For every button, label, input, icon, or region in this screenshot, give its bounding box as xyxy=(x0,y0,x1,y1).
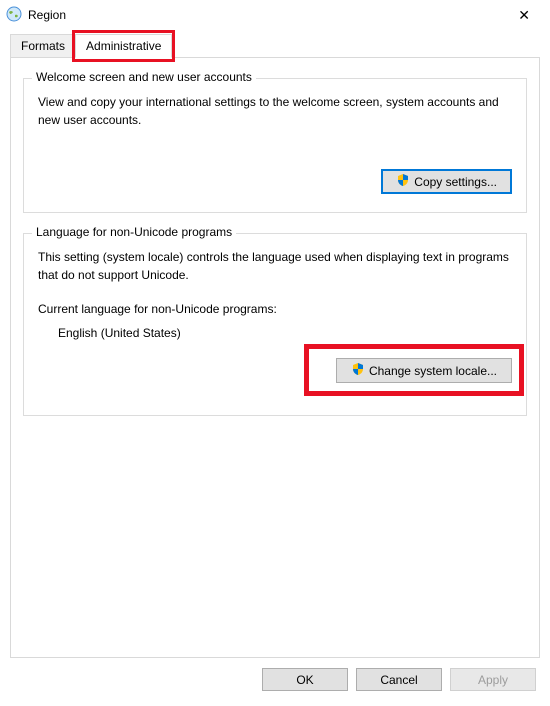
tab-administrative[interactable]: Administrative xyxy=(75,34,172,58)
region-icon xyxy=(6,6,22,25)
group-non-unicode-legend: Language for non-Unicode programs xyxy=(32,225,236,239)
tab-panel: Welcome screen and new user accounts Vie… xyxy=(10,57,540,658)
titlebar: Region ✕ xyxy=(0,0,550,30)
shield-icon xyxy=(351,362,365,379)
window-title: Region xyxy=(28,8,506,22)
content-area: Formats Administrative Welcome screen an… xyxy=(0,30,550,658)
current-language-value: English (United States) xyxy=(58,326,512,340)
tab-strip: Formats Administrative xyxy=(10,34,540,58)
group-non-unicode: Language for non-Unicode programs This s… xyxy=(23,233,527,416)
group-welcome-screen: Welcome screen and new user accounts Vie… xyxy=(23,78,527,213)
copy-settings-label: Copy settings... xyxy=(414,175,497,189)
close-button[interactable]: ✕ xyxy=(506,3,542,28)
non-unicode-description: This setting (system locale) controls th… xyxy=(38,248,512,284)
apply-button: Apply xyxy=(450,668,536,691)
ok-button[interactable]: OK xyxy=(262,668,348,691)
change-system-locale-button[interactable]: Change system locale... xyxy=(336,358,512,383)
change-system-locale-label: Change system locale... xyxy=(369,364,497,378)
welcome-description: View and copy your international setting… xyxy=(38,93,512,129)
tab-formats-label: Formats xyxy=(21,39,65,53)
group-welcome-legend: Welcome screen and new user accounts xyxy=(32,70,256,84)
cancel-button[interactable]: Cancel xyxy=(356,668,442,691)
copy-settings-button[interactable]: Copy settings... xyxy=(381,169,512,194)
dialog-footer: OK Cancel Apply xyxy=(0,658,550,701)
shield-icon xyxy=(396,173,410,190)
tab-administrative-label: Administrative xyxy=(86,39,161,53)
current-language-label: Current language for non-Unicode program… xyxy=(38,302,512,316)
tab-formats[interactable]: Formats xyxy=(10,34,76,58)
